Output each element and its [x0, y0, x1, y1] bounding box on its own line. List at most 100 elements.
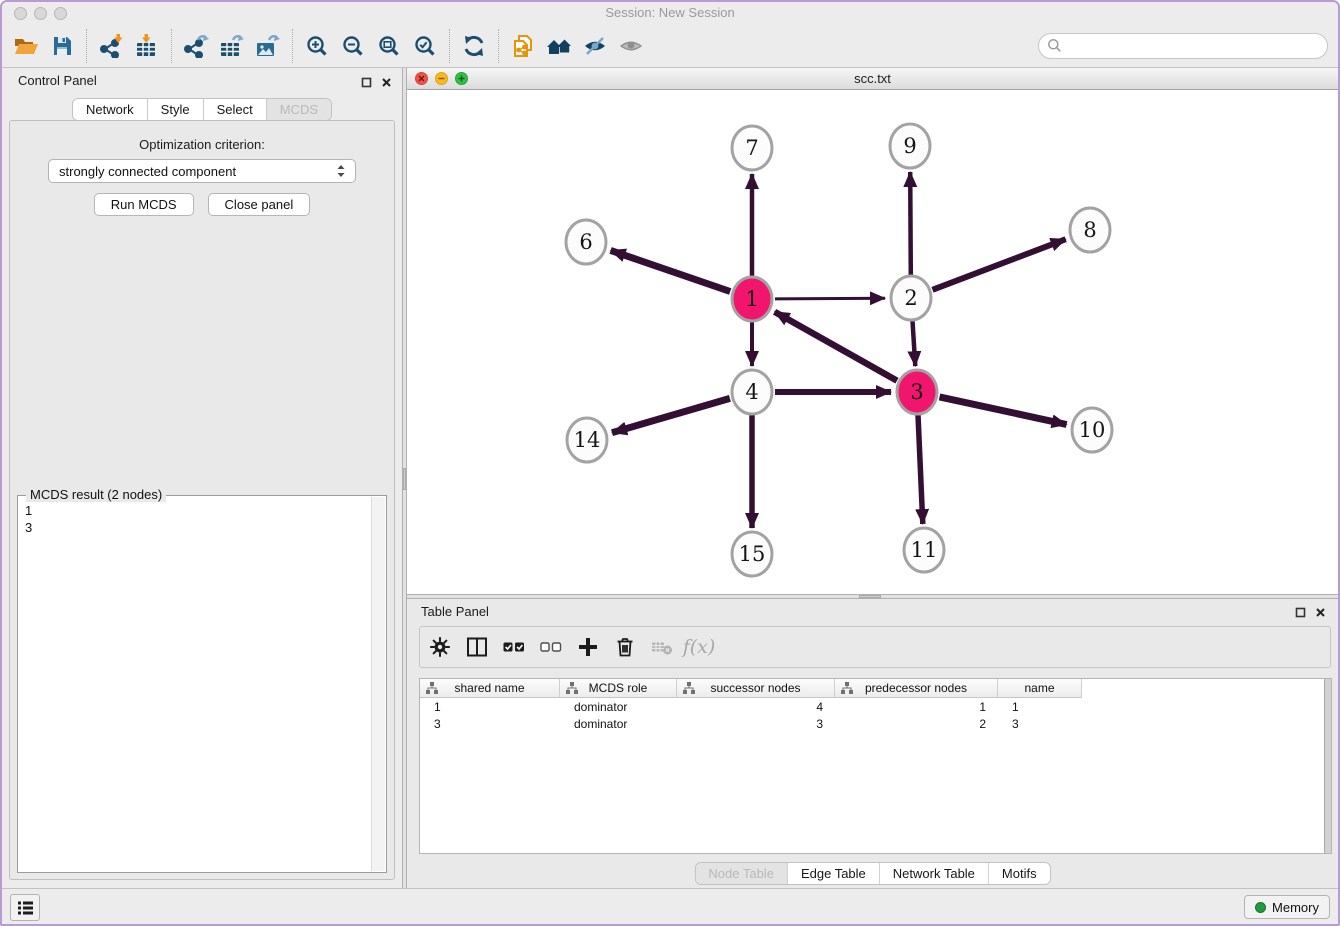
- refresh-view-button[interactable]: [456, 28, 492, 64]
- table-panel-header: Table Panel: [407, 599, 1338, 624]
- tab-node-table[interactable]: Node Table: [695, 863, 788, 884]
- search-input[interactable]: [1062, 37, 1327, 54]
- edge-1-2[interactable]: [775, 298, 885, 299]
- import-table-icon: [135, 34, 159, 58]
- open-session-button[interactable]: [8, 28, 44, 64]
- task-history-button[interactable]: [10, 894, 40, 921]
- houses-icon: [546, 34, 572, 58]
- export-network-icon: [183, 34, 209, 58]
- table-cell-predecessor-nodes: 2: [835, 717, 998, 731]
- toolbar-separator: [449, 29, 450, 63]
- float-table-panel-button[interactable]: [1295, 605, 1306, 623]
- tab-edge-table[interactable]: Edge Table: [788, 863, 880, 884]
- divider-handle[interactable]: [859, 595, 881, 598]
- control-panel-content: Optimization criterion: strongly connect…: [9, 120, 395, 880]
- optimization-criterion-label: Optimization criterion:: [10, 137, 394, 152]
- float-icon: [1295, 607, 1306, 618]
- memory-label: Memory: [1272, 900, 1319, 915]
- zoom-selected-button[interactable]: [407, 28, 443, 64]
- save-session-button[interactable]: [44, 28, 80, 64]
- tab-mcds[interactable]: MCDS: [267, 99, 331, 120]
- network-canvas[interactable]: 7968124314101511: [407, 90, 1338, 594]
- column-type-icon: [683, 682, 695, 694]
- edge-2-3[interactable]: [913, 321, 916, 366]
- column-header-successor-nodes[interactable]: successor nodes: [677, 679, 835, 698]
- result-scrollbar[interactable]: [371, 497, 385, 871]
- table-settings-button[interactable]: [429, 636, 451, 658]
- edge-3-10[interactable]: [940, 397, 1067, 425]
- export-table-button[interactable]: [214, 28, 250, 64]
- export-image-button[interactable]: [250, 28, 286, 64]
- table-panel-title: Table Panel: [421, 599, 489, 624]
- network-view-window: scc.txt 7968124314101511: [407, 68, 1338, 594]
- select-all-button[interactable]: [503, 636, 525, 658]
- toolbar-separator: [498, 29, 499, 63]
- table-toolbar: f(x): [419, 626, 1331, 668]
- table-row[interactable]: 3dominator323: [420, 715, 1331, 732]
- memory-button[interactable]: Memory: [1244, 895, 1330, 919]
- zoom-out-icon: [341, 34, 365, 58]
- table-cell-successor-nodes: 3: [677, 717, 835, 731]
- criterion-select[interactable]: strongly connected component: [48, 159, 356, 183]
- graph-edges: [611, 172, 1067, 528]
- function-builder-button[interactable]: f(x): [688, 636, 710, 658]
- float-icon: [361, 77, 372, 88]
- column-type-icon: [566, 682, 578, 694]
- table-row[interactable]: 1dominator411: [420, 698, 1331, 715]
- close-panel-button[interactable]: Close panel: [208, 193, 311, 216]
- table-scrollbar[interactable]: [1324, 679, 1331, 853]
- close-panel-icon-button[interactable]: [381, 75, 392, 93]
- edge-3-11[interactable]: [918, 415, 923, 524]
- fx-icon: f(x): [683, 636, 716, 658]
- tab-network-table[interactable]: Network Table: [880, 863, 989, 884]
- home-view-button[interactable]: [541, 28, 577, 64]
- float-panel-button[interactable]: [361, 75, 372, 93]
- tab-motifs[interactable]: Motifs: [989, 863, 1050, 884]
- zoom-fit-button[interactable]: [371, 28, 407, 64]
- hide-eye-button[interactable]: [577, 28, 613, 64]
- tab-network[interactable]: Network: [73, 99, 148, 120]
- delete-columns-button[interactable]: [614, 636, 636, 658]
- delete-table-button[interactable]: [651, 636, 673, 658]
- table-cell-shared-name: 3: [420, 717, 560, 731]
- import-table-button[interactable]: [129, 28, 165, 64]
- show-columns-button[interactable]: [466, 636, 488, 658]
- edge-2-8[interactable]: [933, 239, 1066, 290]
- import-network-icon: [99, 34, 123, 58]
- column-label: predecessor nodes: [865, 681, 967, 695]
- column-header-predecessor-nodes[interactable]: predecessor nodes: [835, 679, 998, 698]
- table-cell-mcds-role: dominator: [560, 700, 677, 714]
- show-eye-button[interactable]: [613, 28, 649, 64]
- column-header-name[interactable]: name: [998, 679, 1082, 698]
- import-network-button[interactable]: [93, 28, 129, 64]
- mcds-result-box: MCDS result (2 nodes) 13: [17, 495, 387, 873]
- toolbar-separator: [86, 29, 87, 63]
- column-header-mcds-role[interactable]: MCDS role: [560, 679, 677, 698]
- node-table-body: 1dominator4113dominator323: [420, 698, 1331, 732]
- search-icon: [1047, 38, 1062, 53]
- eye-slash-icon: [583, 34, 607, 58]
- column-type-icon: [841, 682, 853, 694]
- node-label-14: 14: [574, 428, 601, 452]
- export-network-button[interactable]: [178, 28, 214, 64]
- column-header-shared-name[interactable]: shared name: [420, 679, 560, 698]
- node-label-3: 3: [910, 380, 923, 404]
- mcds-result-list[interactable]: 13: [20, 502, 369, 870]
- zoom-in-button[interactable]: [299, 28, 335, 64]
- clone-network-icon: [511, 34, 535, 58]
- add-column-button[interactable]: [577, 636, 599, 658]
- zoom-out-button[interactable]: [335, 28, 371, 64]
- tab-select[interactable]: Select: [204, 99, 267, 120]
- run-mcds-button[interactable]: Run MCDS: [94, 193, 194, 216]
- divider-handle[interactable]: [403, 468, 406, 490]
- clone-network-button[interactable]: [505, 28, 541, 64]
- node-label-8: 8: [1083, 218, 1096, 242]
- edge-3-1[interactable]: [775, 312, 897, 381]
- edge-4-14[interactable]: [612, 398, 730, 432]
- edge-1-6[interactable]: [611, 250, 731, 291]
- close-table-panel-button[interactable]: [1315, 605, 1326, 623]
- tab-style[interactable]: Style: [148, 99, 204, 120]
- edge-2-9[interactable]: [910, 172, 911, 275]
- deselect-all-button[interactable]: [540, 636, 562, 658]
- node-label-11: 11: [911, 538, 938, 562]
